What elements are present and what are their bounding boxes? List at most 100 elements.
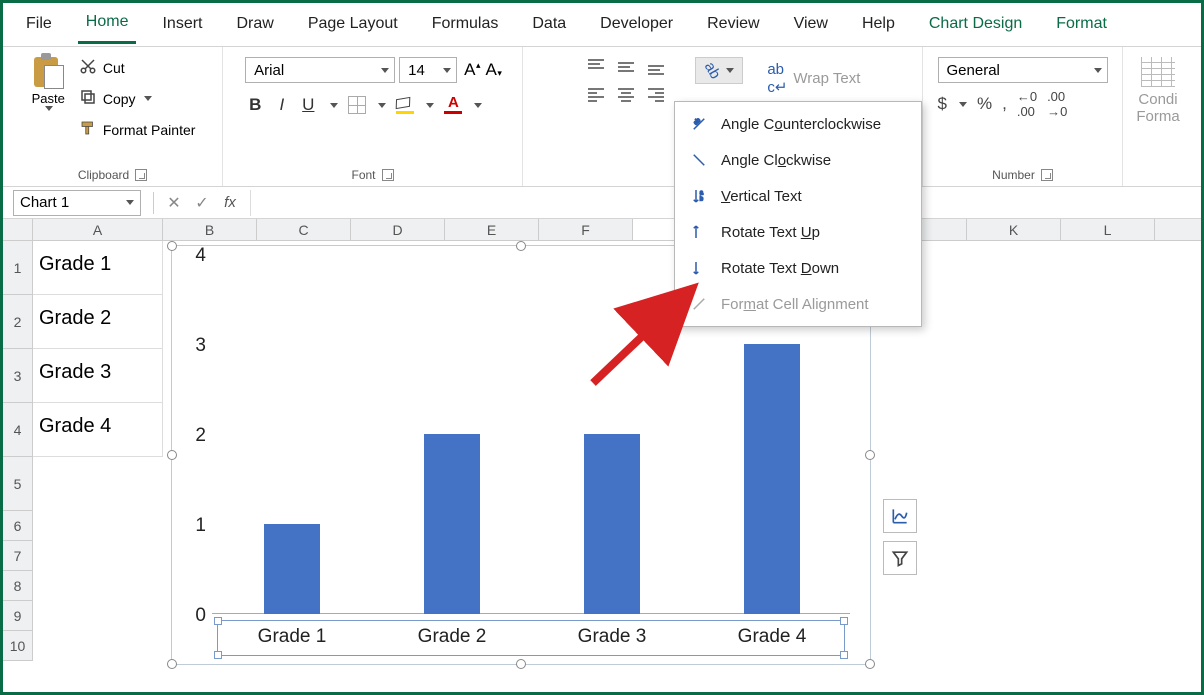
accounting-format-button[interactable]: $ [938,94,947,114]
chart-styles-button[interactable] [883,499,917,533]
italic-button[interactable]: I [275,93,288,117]
format-painter-button[interactable]: Format Painter [75,117,200,142]
wrap-text-button[interactable]: abc↵ Wrap Text [767,57,860,100]
row-header-2[interactable]: 2 [3,295,33,349]
svg-text:ab: ab [693,117,702,126]
tab-format[interactable]: Format [1048,7,1115,43]
decrease-decimal-button[interactable]: .00→0 [1047,89,1067,119]
col-header-K[interactable]: K [967,219,1061,240]
row-header-3[interactable]: 3 [3,349,33,403]
chart-handle[interactable] [167,450,177,460]
row-header-4[interactable]: 4 [3,403,33,457]
col-header-C[interactable]: C [257,219,351,240]
decrease-font-button[interactable]: A [483,60,500,80]
rotate-text-up-item[interactable]: Rotate Text Up [675,214,921,250]
chart-handle[interactable] [167,659,177,669]
rotate-text-down-item[interactable]: Rotate Text Down [675,250,921,286]
paste-button[interactable]: Paste [26,51,71,113]
tab-draw[interactable]: Draw [228,7,281,43]
tab-home[interactable]: Home [78,5,137,44]
cut-button[interactable]: Cut [75,55,200,80]
angle-clockwise-item[interactable]: Angle Clockwise [675,142,921,178]
row-header-7[interactable]: 7 [3,541,33,571]
col-header-B[interactable]: B [163,219,257,240]
insert-function-button[interactable]: fx [216,194,244,211]
tab-chartdesign[interactable]: Chart Design [921,7,1030,43]
number-dialog-launcher[interactable] [1041,169,1053,181]
clipboard-dialog-launcher[interactable] [135,169,147,181]
col-header-E[interactable]: E [445,219,539,240]
align-bottom-button[interactable] [645,57,671,81]
row-header-8[interactable]: 8 [3,571,33,601]
font-size-combo[interactable]: 14 [399,57,457,83]
tab-data[interactable]: Data [524,7,574,43]
number-group-label: Number [992,168,1035,182]
copy-label: Copy [103,91,136,107]
tab-formulas[interactable]: Formulas [424,7,507,43]
row-header-1[interactable]: 1 [3,241,33,295]
cell-A3[interactable]: Grade 3 [33,349,163,403]
cell-A2[interactable]: Grade 2 [33,295,163,349]
bold-button[interactable]: B [245,93,265,117]
row-header-10[interactable]: 10 [3,631,33,661]
chart-filters-button[interactable] [883,541,917,575]
chart-handle[interactable] [865,450,875,460]
chart-handle[interactable] [516,241,526,251]
tab-pagelayout[interactable]: Page Layout [300,7,406,43]
tab-review[interactable]: Review [699,7,767,43]
col-header-F[interactable]: F [539,219,633,240]
format-cell-alignment-item[interactable]: Format Cell Alignment [675,286,921,322]
orientation-dropdown: ab Angle Counterclockwise Angle Clockwis… [674,101,922,327]
conditional-formatting-button[interactable]: Condi Forma [1136,51,1179,184]
underline-button[interactable]: U [298,93,318,117]
cell-A4[interactable]: Grade 4 [33,403,163,457]
tab-file[interactable]: File [18,7,60,43]
enter-formula-button[interactable]: ✓ [188,193,216,213]
cancel-formula-button[interactable]: ✕ [160,193,188,213]
align-center-button[interactable] [615,85,641,109]
chart-bar[interactable] [744,344,800,614]
copy-button[interactable]: Copy [75,86,200,111]
angle-counterclockwise-item[interactable]: ab Angle Counterclockwise [675,106,921,142]
select-all-corner[interactable] [3,219,33,240]
col-header-L[interactable]: L [1061,219,1155,240]
tab-insert[interactable]: Insert [154,7,210,43]
orientation-button[interactable]: ab [695,57,744,84]
row-header-5[interactable]: 5 [3,457,33,511]
chart-bar[interactable] [584,434,640,614]
cell-A1[interactable]: Grade 1 [33,241,163,295]
row-header-9[interactable]: 9 [3,601,33,631]
alignment-grid [585,57,671,109]
align-right-button[interactable] [645,85,671,109]
row-header-6[interactable]: 6 [3,511,33,541]
name-box[interactable]: Chart 1 [13,190,141,216]
align-left-button[interactable] [585,85,611,109]
chart-bar[interactable] [264,524,320,614]
vertical-text-item[interactable]: ab Vertical Text [675,178,921,214]
increase-decimal-button[interactable]: ←0.00 [1017,89,1037,119]
tab-developer[interactable]: Developer [592,7,681,43]
percent-format-button[interactable]: % [977,94,992,114]
align-middle-button[interactable] [615,57,641,81]
col-header-A[interactable]: A [33,219,163,240]
comma-format-button[interactable]: , [1002,94,1007,114]
tab-view[interactable]: View [786,7,836,43]
borders-button[interactable] [348,96,366,114]
chart-bar[interactable] [424,434,480,614]
tab-help[interactable]: Help [854,7,903,43]
chart-handle[interactable] [516,659,526,669]
font-name-combo[interactable]: Arial [245,57,395,83]
fill-color-button[interactable] [396,96,414,114]
worksheet: A B C D E F J K L 1 2 3 4 5 6 7 8 9 10 G… [3,219,1201,661]
copy-icon [79,88,97,109]
number-format-combo[interactable]: General [938,57,1108,83]
chart-handle[interactable] [167,241,177,251]
col-header-D[interactable]: D [351,219,445,240]
align-top-button[interactable] [585,57,611,81]
wrap-text-icon: abc↵ [767,61,787,96]
chart-handle[interactable] [865,659,875,669]
font-color-button[interactable]: A [444,96,462,114]
x-tick-label: Grade 3 [578,626,647,648]
increase-font-button[interactable]: A [461,60,478,80]
font-dialog-launcher[interactable] [382,169,394,181]
